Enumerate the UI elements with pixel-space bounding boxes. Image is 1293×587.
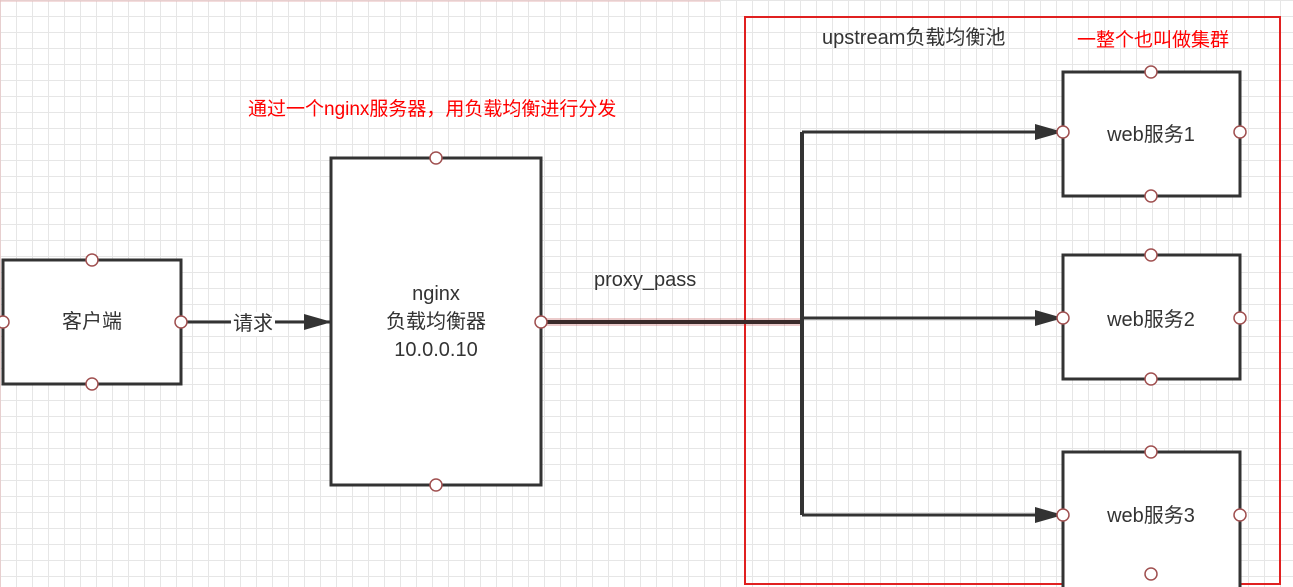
pool-title: upstream负载均衡池 xyxy=(822,27,1006,49)
client-label: 客户端 xyxy=(62,311,122,333)
connection-handle[interactable] xyxy=(1144,445,1158,459)
web2-label: web服务2 xyxy=(1107,309,1195,331)
connection-handle[interactable] xyxy=(1056,125,1070,139)
cluster-annotation: 一整个也叫做集群 xyxy=(1077,30,1230,51)
connection-handle[interactable] xyxy=(429,478,443,492)
connection-handle[interactable] xyxy=(534,315,548,329)
web3-label: web服务3 xyxy=(1107,505,1195,527)
connection-handle[interactable] xyxy=(1233,311,1247,325)
connection-handle[interactable] xyxy=(0,315,10,329)
connection-handle[interactable] xyxy=(1056,311,1070,325)
connection-handle[interactable] xyxy=(429,151,443,165)
connection-handle[interactable] xyxy=(1144,567,1158,581)
main-annotation: 通过一个nginx服务器，用负载均衡进行分发 xyxy=(248,99,617,120)
connection-handle[interactable] xyxy=(1144,65,1158,79)
connection-handle[interactable] xyxy=(1233,125,1247,139)
web1-label: web服务1 xyxy=(1107,124,1195,146)
connection-handle[interactable] xyxy=(174,315,188,329)
proxy-pass-label: proxy_pass xyxy=(594,269,697,291)
connection-handle[interactable] xyxy=(1144,372,1158,386)
diagram-canvas xyxy=(0,0,1281,587)
connection-handle[interactable] xyxy=(85,253,99,267)
connection-handle[interactable] xyxy=(1144,189,1158,203)
connection-handle[interactable] xyxy=(85,377,99,391)
request-label: 请求 xyxy=(231,312,275,336)
nginx-label: nginx 负载均衡器 10.0.0.10 xyxy=(386,283,486,361)
connection-handle[interactable] xyxy=(1233,508,1247,522)
connection-handle[interactable] xyxy=(1056,508,1070,522)
connection-handle[interactable] xyxy=(1144,248,1158,262)
